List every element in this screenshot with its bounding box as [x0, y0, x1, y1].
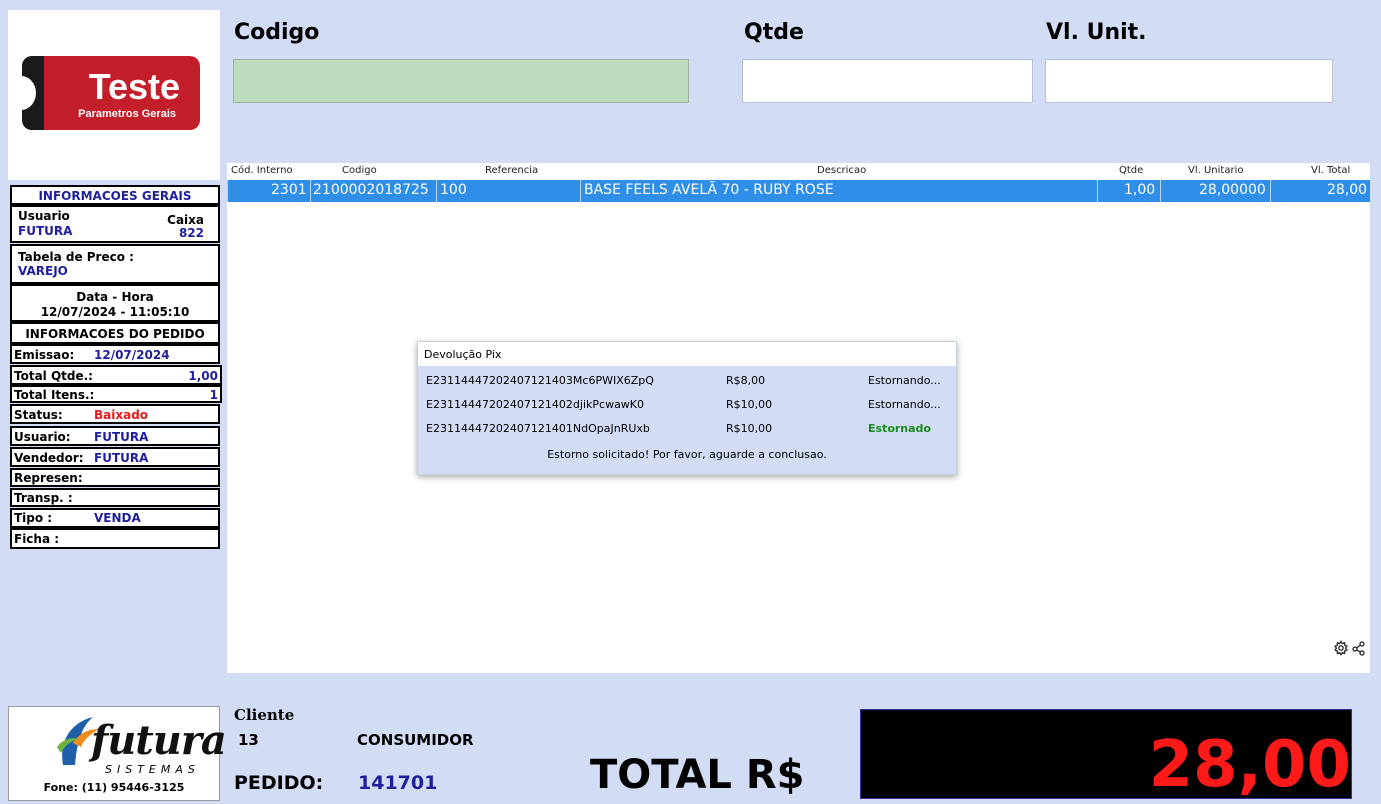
usuario-label: Usuario: [18, 209, 70, 223]
pedido-usuario-value: FUTURA: [94, 430, 149, 444]
emissao-value: 12/07/2024: [94, 348, 170, 362]
vl-unit-input[interactable]: [1045, 59, 1333, 103]
ficha-label: Ficha :: [14, 532, 60, 546]
col-vl-total[interactable]: Vl. Total: [1311, 165, 1350, 176]
usuario-value: FUTURA: [18, 224, 73, 238]
total-label: TOTAL R$: [590, 752, 805, 798]
dialog-title: Devolução Pix: [418, 342, 956, 366]
usuario-row: Usuario: FUTURA: [10, 426, 220, 446]
info-pedido-title: INFORMACOES DO PEDIDO: [10, 322, 220, 344]
transp-label: Transp. :: [14, 491, 73, 505]
transp-row: Transp. :: [10, 488, 220, 507]
emissao-label: Emissao:: [14, 348, 75, 362]
emissao-row: Emissao: 12/07/2024: [10, 344, 220, 364]
pix-status: Estornando...: [868, 398, 941, 411]
dialog-message: Estorno solicitado! Por favor, aguarde a…: [547, 448, 827, 461]
total-qtde-label: Total Qtde.:: [14, 369, 93, 383]
ficha-row: Ficha :: [10, 528, 220, 549]
status-row: Status: Baixado: [10, 404, 220, 424]
col-codigo[interactable]: Codigo: [342, 165, 377, 176]
pix-id: E23114447202407121401NdOpaJnRUxb: [426, 422, 650, 435]
total-itens-row: Total Itens.: 1: [10, 385, 222, 403]
logo-subtitle: Parametros Gerais: [78, 108, 176, 120]
list-item[interactable]: E23114447202407121402djikPcwawK0 R$10,00…: [418, 394, 956, 416]
tabela-label: Tabela de Preco :: [18, 250, 134, 264]
status-value: Baixado: [94, 408, 149, 422]
total-itens-label: Total Itens.:: [14, 388, 95, 402]
share-icon[interactable]: [1352, 641, 1365, 656]
pedido-value: 141701: [358, 772, 438, 794]
list-item[interactable]: E23114447202407121401NdOpaJnRUxb R$10,00…: [418, 418, 956, 440]
pix-valor: R$10,00: [726, 398, 773, 411]
devolucao-pix-dialog[interactable]: Devolução Pix E23114447202407121403Mc6PW…: [417, 341, 957, 475]
cell-vl-unitario: 28,00000: [1199, 182, 1266, 198]
represen-row: Represen:: [10, 468, 220, 487]
futura-logo-box: futura SISTEMAS Fone: (11) 95446-3125: [8, 706, 227, 801]
col-qtde[interactable]: Qtde: [1119, 165, 1143, 176]
total-display: 28,00: [860, 709, 1352, 802]
col-cod-interno[interactable]: Cód. Interno: [231, 165, 293, 176]
col-vl-unitario[interactable]: Vl. Unitario: [1188, 165, 1243, 176]
futura-brand-sub: SISTEMAS: [105, 763, 200, 776]
tipo-row: Tipo : VENDA: [10, 508, 220, 528]
cliente-code: 13: [238, 731, 259, 749]
vl-unit-label: Vl. Unit.: [1046, 20, 1147, 45]
cliente-name: CONSUMIDOR: [357, 731, 474, 749]
table-row[interactable]: 2301 2100002018725 100 BASE FEELS AVELÃ …: [227, 180, 1370, 202]
pedido-label: PEDIDO:: [234, 772, 324, 794]
list-item[interactable]: E23114447202407121403Mc6PWIX6ZpQ R$8,00 …: [418, 370, 956, 392]
vendedor-value: FUTURA: [94, 451, 149, 465]
cell-vl-total: 28,00: [1327, 182, 1368, 198]
grid-tools-icons: [1334, 640, 1365, 656]
caixa-value: 822: [178, 226, 204, 240]
pix-status: Estornado: [868, 422, 931, 435]
pix-valor: R$8,00: [726, 374, 766, 387]
col-descricao[interactable]: Descricao: [817, 165, 866, 176]
qtde-label: Qtde: [744, 20, 804, 45]
qtde-input[interactable]: [742, 59, 1033, 103]
cell-qtde: 1,00: [1124, 182, 1156, 198]
pedido-usuario-label: Usuario:: [14, 430, 71, 444]
codigo-input[interactable]: [233, 59, 689, 103]
pix-status: Estornando...: [868, 374, 941, 387]
usuario-caixa-box: Usuario FUTURA Caixa 822: [10, 205, 220, 243]
grid-header: Cód. Interno Codigo Referencia Descricao…: [227, 163, 1370, 179]
logo-title: Teste: [88, 66, 180, 107]
tabela-value: VAREJO: [18, 264, 68, 278]
total-value: 28,00: [1148, 728, 1351, 802]
data-hora-value: 12/07/2024 - 11:05:10: [40, 305, 190, 319]
pix-id: E23114447202407121402djikPcwawK0: [426, 398, 645, 411]
data-hora-box: Data - Hora 12/07/2024 - 11:05:10: [10, 284, 220, 322]
vendedor-label: Vendedor:: [14, 451, 84, 465]
pix-id: E23114447202407121403Mc6PWIX6ZpQ: [426, 374, 654, 387]
teste-logo: Teste Parametros Gerais: [22, 56, 200, 130]
info-gerais-title: INFORMACOES GERAIS: [10, 185, 220, 205]
caixa-label: Caixa: [167, 213, 204, 227]
phone-number: Fone: (11) 95446-3125: [43, 781, 185, 794]
tipo-label: Tipo :: [14, 511, 53, 525]
codigo-label: Codigo: [234, 20, 320, 45]
futura-brand: futura: [91, 717, 227, 764]
vendedor-row: Vendedor: FUTURA: [10, 447, 220, 467]
pix-valor: R$10,00: [726, 422, 773, 435]
total-qtde-row: Total Qtde.: 1,00: [10, 365, 222, 385]
cell-descricao: BASE FEELS AVELÃ 70 - RUBY ROSE: [584, 182, 834, 198]
cell-cod-interno: 2301: [271, 182, 307, 198]
tipo-value: VENDA: [94, 511, 141, 525]
total-qtde-value: 1,00: [188, 369, 218, 383]
status-label: Status:: [14, 408, 63, 422]
cell-codigo: 2100002018725: [313, 182, 429, 198]
col-referencia[interactable]: Referencia: [485, 165, 538, 176]
represen-label: Represen:: [14, 471, 83, 485]
cell-referencia: 100: [440, 182, 467, 198]
cliente-label: Cliente: [234, 706, 295, 724]
tabela-preco-box: Tabela de Preco : VAREJO: [10, 244, 220, 284]
total-itens-value: 1: [209, 388, 218, 402]
gear-icon[interactable]: [1334, 640, 1348, 656]
data-hora-label: Data - Hora: [76, 290, 154, 304]
